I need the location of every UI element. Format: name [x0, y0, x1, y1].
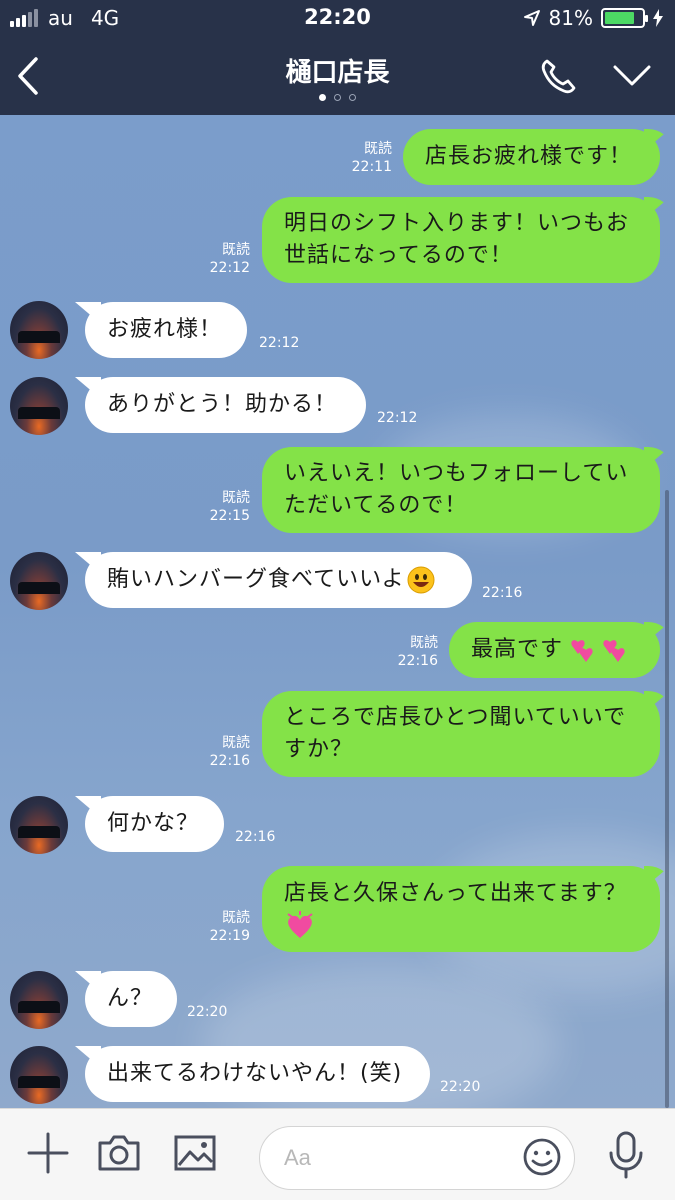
heart-emoji-icon: [287, 911, 313, 938]
header: au 4G 22:20 81% 樋口店長: [0, 0, 675, 115]
message-bubble[interactable]: 最高です: [449, 622, 660, 678]
read-receipt: 既読 22:12: [209, 242, 250, 276]
message-time: 22:12: [377, 410, 418, 426]
gallery-button[interactable]: [173, 1131, 217, 1179]
read-receipt: 既読 22:16: [397, 635, 438, 669]
battery-percent: 81%: [548, 6, 593, 30]
message-time: 22:12: [259, 335, 300, 351]
scrollbar[interactable]: [665, 490, 669, 1108]
message-bubble[interactable]: お疲れ様！: [85, 302, 247, 358]
microphone-icon: [609, 1131, 643, 1179]
avatar[interactable]: [10, 971, 68, 1029]
phone-icon: [541, 59, 576, 94]
avatar[interactable]: [10, 796, 68, 854]
nav-bar: 樋口店長: [0, 38, 675, 115]
message-time: 22:16: [235, 829, 276, 845]
menu-toggle-button[interactable]: [612, 60, 652, 90]
message-bubble[interactable]: 明日のシフト入ります！いつもお世話になってるので！: [262, 197, 660, 283]
message-bubble[interactable]: 賄いハンバーグ食べていいよ: [85, 552, 472, 608]
message-bubble[interactable]: 店長お疲れ様です！: [403, 129, 660, 185]
message-bubble[interactable]: ん？: [85, 971, 177, 1027]
read-receipt: 既読 22:15: [209, 490, 250, 524]
message-bubble[interactable]: 何かな？: [85, 796, 224, 852]
chevron-down-icon: [613, 65, 651, 86]
status-bar: au 4G 22:20 81%: [0, 0, 675, 38]
avatar[interactable]: [10, 552, 68, 610]
message-bubble[interactable]: 出来てるわけないやん！(笑): [85, 1046, 430, 1102]
charging-icon: [653, 9, 663, 27]
camera-button[interactable]: [97, 1131, 141, 1179]
location-icon: [523, 10, 540, 26]
add-button[interactable]: [26, 1131, 70, 1179]
message-bubble[interactable]: ありがとう！助かる！: [85, 377, 366, 433]
voice-button[interactable]: [606, 1131, 646, 1183]
read-receipt: 既読 22:19: [209, 910, 250, 944]
message-bubble[interactable]: ところで店長ひとつ聞いていいですか？: [262, 691, 660, 777]
emoji-button[interactable]: [522, 1137, 562, 1177]
input-bar: Aa: [0, 1108, 675, 1200]
read-receipt: 既読 22:11: [351, 141, 392, 175]
image-icon: [174, 1135, 216, 1171]
camera-icon: [98, 1135, 140, 1171]
hearts-emoji-icon: [571, 640, 625, 662]
message-time: 22:20: [187, 1004, 228, 1020]
smile-emoji-icon: [407, 566, 435, 594]
avatar[interactable]: [10, 301, 68, 359]
plus-icon: [27, 1132, 69, 1174]
message-bubble[interactable]: 店長と久保さんって出来てます？: [262, 866, 660, 952]
read-receipt: 既読 22:16: [209, 735, 250, 769]
call-button[interactable]: [538, 56, 578, 96]
avatar[interactable]: [10, 377, 68, 435]
message-time: 22:20: [440, 1079, 481, 1095]
message-bubble[interactable]: いえいえ！いつもフォローしていただいてるので！: [262, 447, 660, 533]
battery-icon: [601, 8, 648, 28]
avatar[interactable]: [10, 1046, 68, 1104]
emoji-icon: [523, 1138, 561, 1176]
message-time: 22:16: [482, 585, 523, 601]
chat-area[interactable]: 既読 22:11 店長お疲れ様です！ 既読 22:12 明日のシフト入ります！いつも…: [0, 115, 675, 1108]
